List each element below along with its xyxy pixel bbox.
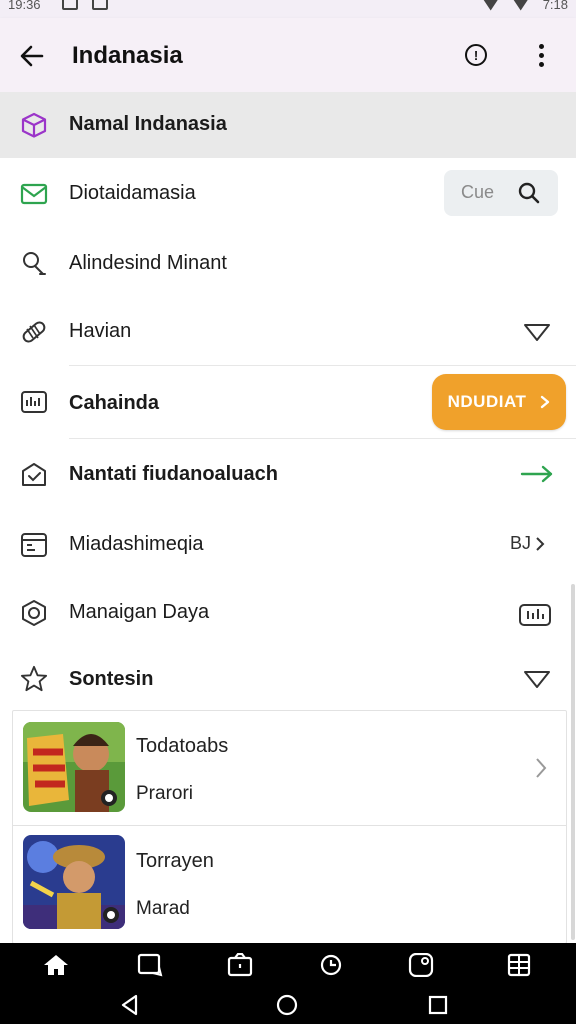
chevron-right-icon [536,758,547,778]
pill-icon [20,318,48,346]
clock-tab[interactable] [317,951,345,979]
chevron-down-icon[interactable] [523,669,551,689]
back-button[interactable] [14,38,50,74]
menu-item-6[interactable]: Miadashimeqia BJ [0,511,576,579]
grid-tab[interactable] [505,951,533,979]
notification-icon [62,0,78,10]
menu-item-label: Havian [69,320,132,342]
menu-item-label: Miadashimeqia [69,533,204,555]
triangle-back-icon [121,994,138,1016]
cube-icon [20,111,48,139]
more-options-button[interactable] [530,44,552,68]
info-button[interactable]: ! [465,44,487,66]
home-icon [44,955,68,975]
signal-icon [482,0,499,11]
status-time: 19:36 [8,0,41,12]
mail-icon [20,180,48,208]
menu-item-8[interactable]: Sontesin [0,647,576,711]
battery-text: 7:18 [542,0,568,12]
clock-icon [320,954,342,976]
page-title: Indanasia [72,42,183,69]
chevron-right-icon [541,395,550,409]
arrow-right-icon[interactable] [520,464,554,484]
menu-item-2[interactable]: Alindesind Minant [0,230,576,298]
person-icon [20,250,48,278]
menu-item-label: Alindesind Minant [69,252,227,274]
menu-item-label: Sontesin [69,668,154,690]
envelope-check-icon [20,461,48,489]
info-circle-icon: ! [473,47,479,63]
menu-item-label: Manaigan Daya [69,601,210,623]
tablet-tab[interactable] [136,951,164,979]
instagram-tab[interactable] [407,951,435,979]
cta-label: NDUDIAT [447,392,527,411]
image-icon [92,0,108,10]
search-chip[interactable]: Cue [444,170,558,216]
status-bar: 19:36 7:18 [0,0,576,18]
calendar-icon [20,531,48,559]
card-title: Torrayen [136,850,214,872]
trailing-text: BJ [510,533,532,553]
card-subtitle: Prarori [136,783,194,804]
home-tab[interactable] [42,951,70,979]
menu-item-7[interactable]: Manaigan Daya [0,579,576,647]
star-icon [20,665,48,693]
game-list: Todatoabs Prarori Torrayen Marad [12,710,567,944]
chart-card-icon [20,388,48,416]
app-bar: Indanasia ! [0,18,576,92]
wifi-icon [512,0,529,11]
card-title: Todatoabs [136,735,229,757]
game-card[interactable]: Todatoabs Prarori [13,711,566,826]
bottom-nav [0,943,576,1024]
menu-item-label: Cahainda [69,392,160,414]
menu-item-label: Namal Indanasia [69,113,227,135]
trailing-shortcut[interactable]: BJ [510,533,545,554]
circle-home-icon [276,994,298,1016]
instagram-icon [408,953,434,977]
game-thumbnail [23,835,125,929]
menu-item-selected[interactable]: Namal Indanasia [0,92,576,158]
system-back-button[interactable] [118,993,142,1017]
scrollbar[interactable] [571,584,575,940]
system-home-button[interactable] [275,993,299,1017]
shield-circle-icon [20,599,48,627]
game-card[interactable]: Torrayen Marad [13,826,566,941]
square-recents-icon [428,995,448,1015]
game-thumbnail [23,722,125,812]
wallet-icon [227,953,253,977]
menu-item-label: Nantati fiudanoaluach [69,463,278,485]
search-chip-text: Cue [461,182,495,202]
card-subtitle: Marad [136,898,190,919]
arrow-left-icon [20,45,44,67]
grid-icon [507,953,531,977]
chevron-right-icon [536,536,545,551]
tablet-icon [137,953,163,977]
menu-item-5[interactable]: Nantati fiudanoaluach [0,439,576,511]
menu-item-label: Diotaidamasia [69,182,196,204]
image-card-icon[interactable] [518,603,552,627]
cta-button[interactable]: NDUDIAT [432,374,566,430]
menu-item-3[interactable]: Havian [0,298,576,366]
wallet-tab[interactable] [226,951,254,979]
search-icon [518,182,540,204]
chevron-down-icon[interactable] [523,322,551,342]
system-recents-button[interactable] [426,993,450,1017]
